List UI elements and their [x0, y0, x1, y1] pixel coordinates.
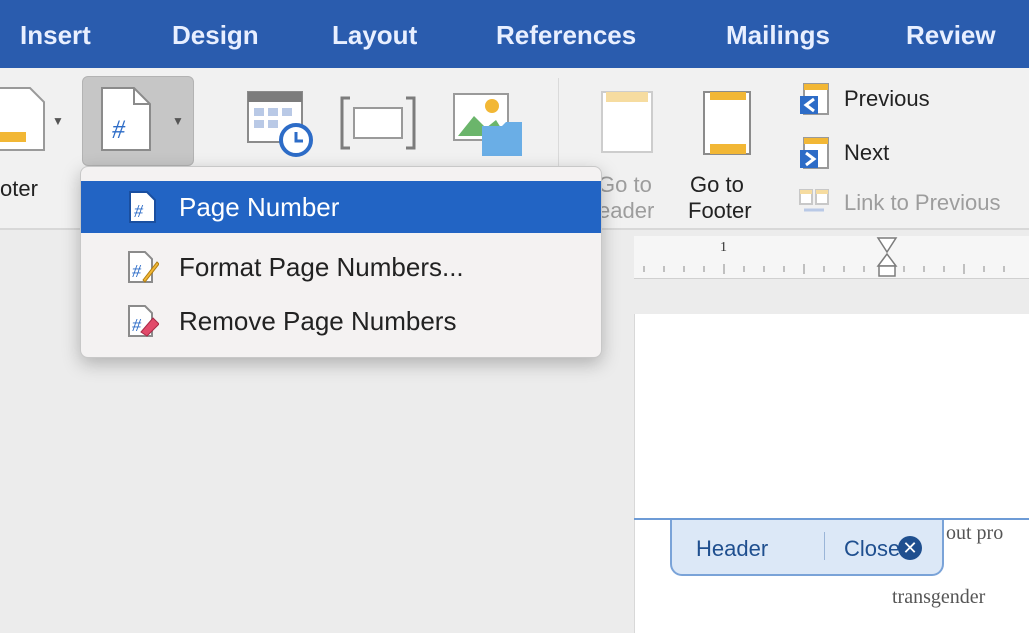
- next-icon: [800, 137, 829, 169]
- ribbon-tab-bar: Insert Design Layout References Mailings…: [0, 0, 1029, 68]
- tab-review[interactable]: Review: [906, 20, 996, 51]
- link-to-previous-button[interactable]: Link to Previous: [798, 186, 1001, 220]
- ruler-ticks-icon: [643, 237, 1005, 277]
- go-to-header-label-line1: Go to: [598, 172, 652, 197]
- calendar-clock-icon: [247, 91, 313, 157]
- go-to-header-button[interactable]: [598, 90, 658, 159]
- close-header-button[interactable]: Close: [844, 536, 900, 562]
- field-bracket-icon: [340, 96, 416, 150]
- svg-text:#: #: [132, 261, 142, 281]
- next-button[interactable]: Next: [798, 136, 889, 170]
- go-to-footer-label-line2: Footer: [688, 198, 752, 223]
- go-to-footer-button[interactable]: [698, 90, 758, 161]
- header-tab: Header Close ✕: [670, 520, 944, 576]
- menu-item-remove-page-numbers[interactable]: # Remove Page Numbers: [81, 295, 601, 347]
- tab-insert[interactable]: Insert: [20, 20, 91, 51]
- page-number-caret-icon[interactable]: ▼: [172, 114, 184, 128]
- header-tab-divider: [824, 532, 825, 560]
- footer-caret-icon[interactable]: ▼: [52, 114, 64, 128]
- tab-layout[interactable]: Layout: [332, 20, 417, 51]
- tab-design[interactable]: Design: [172, 20, 259, 51]
- footer-button[interactable]: [0, 86, 46, 157]
- document-text-line-2: transgender: [892, 586, 986, 608]
- svg-text:#: #: [134, 201, 144, 221]
- document-parts-button[interactable]: [340, 96, 416, 155]
- format-page-numbers-icon: #: [128, 251, 159, 283]
- menu-item-label: Remove Page Numbers: [179, 305, 457, 336]
- picture-button[interactable]: [452, 92, 524, 163]
- menu-item-label: Page Number: [179, 191, 340, 222]
- footer-icon: [0, 87, 45, 151]
- go-to-footer-label-line1: Go to: [690, 172, 744, 197]
- menu-item-format-page-numbers[interactable]: # Format Page Numbers...: [81, 241, 601, 293]
- previous-icon: [800, 83, 829, 115]
- go-to-header-icon: [601, 91, 653, 153]
- next-label: Next: [844, 140, 890, 165]
- header-label: Header: [696, 536, 769, 561]
- picture-icon: [453, 93, 522, 156]
- footer-label: oter: [0, 176, 38, 201]
- link-to-previous-icon: [799, 189, 829, 212]
- go-to-footer-icon: [703, 91, 751, 155]
- link-to-previous-label: Link to Previous: [844, 190, 1001, 215]
- tab-mailings[interactable]: Mailings: [726, 20, 830, 51]
- previous-label: Previous: [844, 86, 930, 111]
- date-time-button[interactable]: [246, 90, 316, 163]
- go-to-header-label-line2: eader: [598, 198, 655, 223]
- remove-page-numbers-icon: #: [128, 305, 159, 337]
- previous-button[interactable]: Previous: [798, 82, 930, 116]
- tab-references[interactable]: References: [496, 20, 636, 51]
- page-number-doc-icon: #: [100, 86, 152, 157]
- horizontal-ruler[interactable]: 1: [634, 236, 1029, 279]
- menu-item-page-number[interactable]: # Page Number: [81, 181, 601, 233]
- close-icon[interactable]: ✕: [898, 536, 922, 560]
- document-text-line-1: out pro: [946, 522, 1004, 544]
- page-number-icon: #: [129, 191, 156, 223]
- page-number-dropdown-menu: # Page Number # Format Page Numbers... #…: [80, 166, 602, 358]
- menu-item-label: Format Page Numbers...: [179, 251, 464, 282]
- svg-text:#: #: [112, 115, 126, 144]
